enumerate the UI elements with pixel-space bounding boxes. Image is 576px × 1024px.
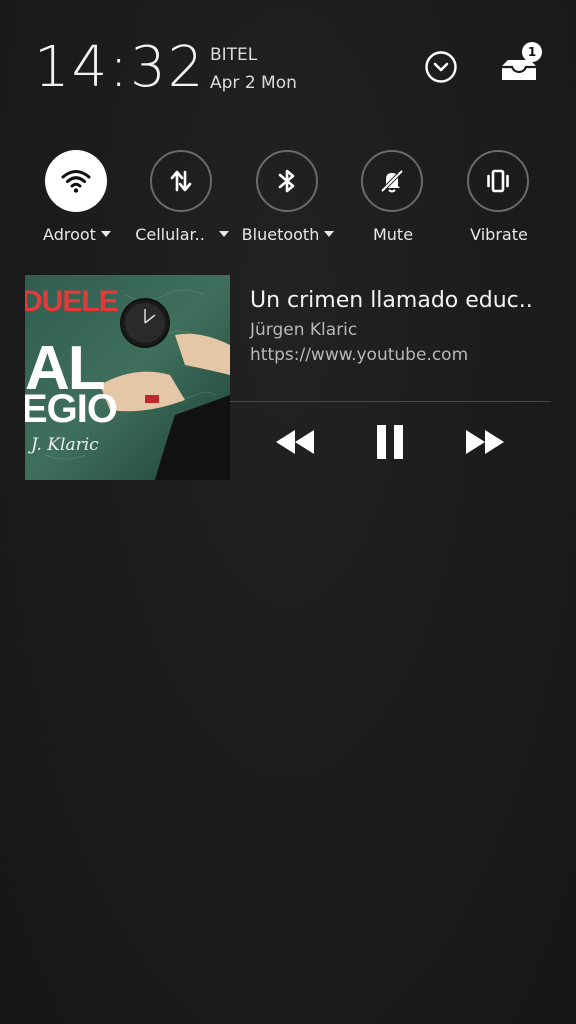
artwork-signature: J. Klaric	[31, 435, 99, 455]
track-artist: Jürgen Klaric	[250, 320, 358, 340]
toggle-wifi-circle	[45, 150, 107, 212]
fast-forward-icon	[466, 430, 504, 454]
rewind-icon	[276, 430, 314, 454]
bell-off-icon	[380, 169, 404, 193]
bluetooth-icon	[278, 169, 295, 193]
notification-inbox-button[interactable]: 1	[498, 42, 542, 86]
quick-settings-row: Adroot Cellular.. Bluetooth Mute Vibrate	[0, 150, 576, 250]
expand-button[interactable]	[424, 50, 458, 84]
status-header: 14:32 BITEL Apr 2 Mon 1	[0, 0, 576, 130]
clock: 14:32	[34, 35, 206, 100]
toggle-cellular-circle	[150, 150, 212, 212]
track-source: https://www.youtube.com	[250, 345, 469, 365]
pause-button[interactable]	[369, 420, 411, 464]
wifi-icon	[61, 170, 91, 193]
toggle-bluetooth[interactable]: Bluetooth	[233, 150, 343, 250]
toggle-wifi[interactable]: Adroot	[22, 150, 132, 250]
track-title: Un crimen llamado educ..	[250, 288, 533, 313]
media-divider	[230, 401, 551, 402]
data-transfer-icon	[170, 170, 192, 192]
toggle-vibrate-label: Vibrate	[470, 225, 528, 244]
toggle-bluetooth-circle	[256, 150, 318, 212]
pause-icon	[377, 425, 403, 459]
date-label: Apr 2 Mon	[210, 73, 297, 93]
chevron-down-circle-icon	[425, 51, 457, 83]
toggle-vibrate-circle	[467, 150, 529, 212]
album-artwork: DUELE AL EGIO J. Klaric	[25, 275, 230, 480]
toggle-mute-circle	[361, 150, 423, 212]
toggle-cellular[interactable]: Cellular..	[127, 150, 237, 250]
vibrate-icon	[487, 169, 509, 193]
rewind-button[interactable]	[272, 420, 318, 464]
toggle-vibrate[interactable]: Vibrate	[444, 150, 554, 250]
fast-forward-button[interactable]	[462, 420, 508, 464]
notification-count-badge: 1	[522, 42, 542, 62]
media-notification[interactable]: DUELE AL EGIO J. Klaric Un crimen llamad…	[25, 275, 551, 481]
artwork-text-line1: DUELE	[25, 285, 119, 318]
carrier-name: BITEL	[210, 45, 258, 65]
dropdown-caret-icon[interactable]	[100, 231, 111, 237]
toggle-mute[interactable]: Mute	[338, 150, 448, 250]
artwork-text-line3: EGIO	[25, 387, 118, 431]
